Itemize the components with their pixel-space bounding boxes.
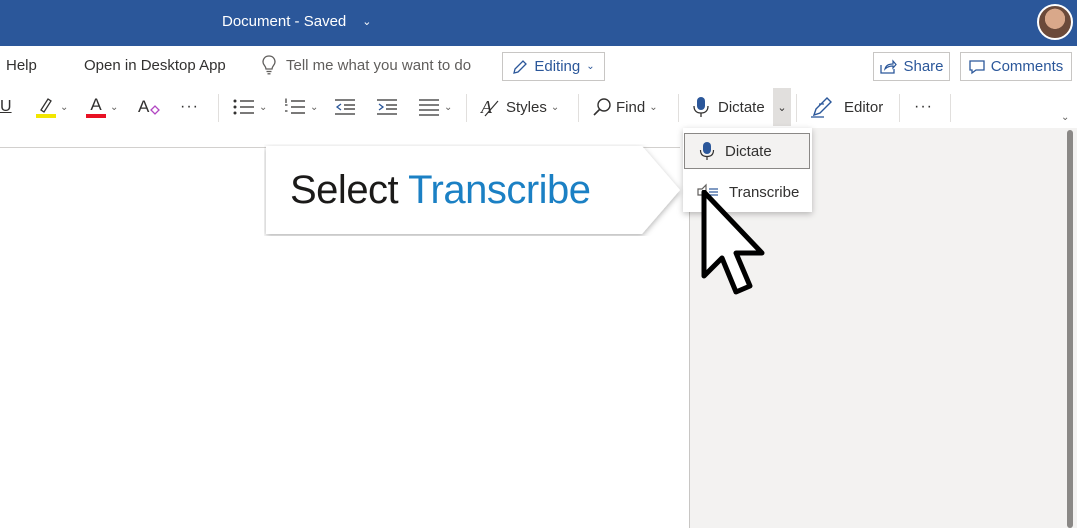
chevron-down-icon[interactable]: ⌄	[362, 15, 371, 28]
more-options-button[interactable]: ···	[914, 94, 933, 120]
editing-mode-button[interactable]: Editing ⌄	[502, 52, 605, 81]
editor-pen-icon	[811, 97, 832, 118]
title-separator: -	[294, 13, 300, 30]
ribbon-divider	[578, 94, 579, 122]
styles-icon: A	[480, 97, 499, 117]
styles-label: Styles	[506, 98, 547, 116]
alignment-button[interactable]: ⌄	[418, 94, 452, 120]
avatar[interactable]	[1037, 4, 1073, 40]
chevron-down-icon: ⌄	[550, 101, 560, 113]
font-color-button[interactable]: A ⌄	[86, 94, 118, 120]
chevron-down-icon: ⌄	[1061, 111, 1070, 123]
find-label: Find	[616, 98, 646, 116]
dictate-dropdown-arrow[interactable]: ⌄	[773, 88, 791, 126]
pencil-icon	[513, 59, 528, 74]
microphone-icon	[693, 97, 709, 117]
increase-indent-icon	[377, 99, 397, 115]
font-color-icon: A	[90, 95, 102, 114]
chevron-down-icon: ⌄	[60, 101, 69, 113]
ribbon-divider	[899, 94, 900, 122]
chevron-down-icon: ⌄	[444, 101, 453, 113]
dictate-label: Dictate	[718, 98, 765, 116]
bullet-list-icon	[233, 99, 254, 115]
chevron-down-icon: ⌄	[649, 101, 658, 113]
document-title[interactable]: Document - Saved ⌄	[222, 13, 371, 30]
styles-button[interactable]: A Styles ⌄	[480, 94, 559, 120]
chevron-down-icon: ⌄	[777, 101, 787, 114]
editor-label: Editor	[844, 98, 884, 116]
title-bar: Document - Saved ⌄	[0, 0, 1077, 46]
ribbon-divider	[218, 94, 219, 122]
decrease-indent-icon	[335, 99, 355, 115]
decrease-indent-button[interactable]	[334, 94, 356, 120]
bullets-button[interactable]: ⌄	[233, 94, 267, 120]
ribbon-divider	[678, 94, 679, 122]
align-justify-icon	[419, 99, 439, 116]
microphone-icon	[699, 142, 715, 160]
search-icon	[593, 98, 611, 116]
highlighter-icon	[36, 98, 56, 118]
font-color-swatch	[86, 114, 106, 118]
underline-button[interactable]: U	[0, 94, 12, 120]
editing-label: Editing	[534, 58, 581, 75]
chevron-down-icon: ⌄	[110, 101, 119, 113]
open-in-desktop-app-button[interactable]: Open in Desktop App	[84, 57, 226, 74]
menu-row: Help Open in Desktop App Tell me what yo…	[0, 46, 1077, 86]
more-font-options-button[interactable]: ···	[180, 94, 199, 120]
share-label: Share	[903, 58, 944, 75]
comments-label: Comments	[990, 58, 1064, 75]
chevron-down-icon: ⌄	[310, 101, 319, 113]
callout-prefix: Select	[290, 168, 399, 212]
lightbulb-icon	[262, 55, 276, 75]
save-status: Saved	[303, 13, 347, 30]
ribbon-divider	[950, 94, 951, 122]
underline-icon: U	[0, 98, 12, 115]
callout-highlight: Transcribe	[408, 168, 591, 212]
editor-button[interactable]: Editor	[810, 94, 883, 120]
tell-me-search[interactable]: Tell me what you want to do	[262, 55, 471, 75]
scrollbar[interactable]	[1067, 130, 1073, 528]
menu-item-label: Dictate	[725, 142, 772, 160]
mouse-pointer-icon	[701, 190, 765, 295]
highlight-color-button[interactable]: ⌄	[36, 94, 68, 120]
find-button[interactable]: Find ⌄	[592, 94, 658, 120]
expand-ribbon-button[interactable]: ⌄	[1061, 104, 1069, 130]
comments-button[interactable]: Comments	[960, 52, 1072, 81]
chevron-down-icon: ⌄	[259, 101, 268, 113]
ribbon-divider	[796, 94, 797, 122]
clear-formatting-button[interactable]: A	[137, 94, 161, 120]
help-tab[interactable]: Help	[6, 57, 37, 74]
numbered-list-icon	[285, 98, 305, 114]
comment-icon	[969, 59, 985, 74]
tell-me-placeholder: Tell me what you want to do	[286, 56, 472, 74]
menu-item-dictate[interactable]: Dictate	[684, 133, 810, 169]
numbering-button[interactable]: ⌄	[284, 94, 318, 120]
document-name: Document	[222, 13, 291, 30]
ribbon-toolbar: U ⌄ A ⌄ A ··· ⌄ ⌄ ⌄ A Styles ⌄ Find ⌄ Di…	[0, 86, 1077, 128]
svg-text:A: A	[138, 97, 150, 116]
instruction-callout: Select Transcribe	[264, 144, 684, 236]
share-icon	[880, 58, 898, 74]
increase-indent-button[interactable]	[376, 94, 398, 120]
share-button[interactable]: Share	[873, 52, 950, 81]
callout-text: Select Transcribe	[290, 168, 591, 213]
chevron-down-icon: ⌄	[586, 61, 595, 72]
ribbon-divider	[466, 94, 467, 122]
dictate-button[interactable]: Dictate	[692, 94, 765, 120]
clear-formatting-icon: A	[138, 97, 160, 116]
